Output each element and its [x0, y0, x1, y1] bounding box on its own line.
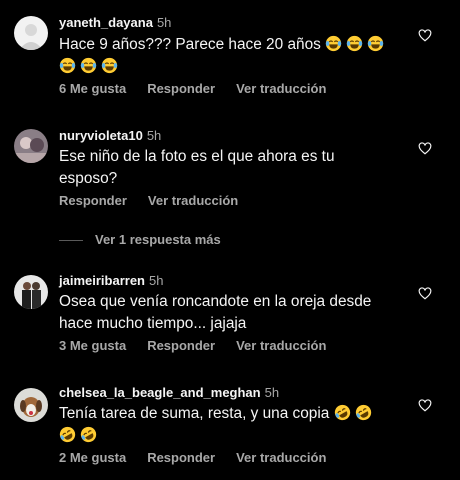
laughing-tears-emoji [346, 35, 367, 53]
avatar[interactable] [14, 129, 48, 163]
rofl-emoji [355, 404, 376, 422]
username[interactable]: jaimeiribarren [59, 273, 145, 288]
laughing-tears-emoji [80, 57, 101, 75]
translate-button[interactable]: Ver traducción [236, 450, 326, 465]
translate-button[interactable]: Ver traducción [148, 193, 238, 208]
username[interactable]: yaneth_dayana [59, 15, 153, 30]
heart-outline-icon[interactable] [418, 142, 432, 155]
likes-count[interactable]: 3 Me gusta [59, 338, 126, 353]
timestamp: 5h [146, 128, 162, 143]
avatar[interactable] [14, 388, 48, 422]
comment-text-line: Hace 9 años??? Parece hace 20 años [59, 36, 321, 53]
comment-actions: 6 Me gusta Responder Ver traducción [59, 81, 347, 96]
likes-count[interactable]: 2 Me gusta [59, 450, 126, 465]
comment-header: chelsea_la_beagle_and_meghan 5h [59, 385, 279, 400]
rofl-emoji [334, 404, 355, 422]
laughing-tears-emoji [367, 35, 388, 53]
timestamp: 5h [149, 273, 164, 288]
laughing-tears-emoji [325, 35, 346, 53]
comment-actions: Responder Ver traducción [59, 193, 259, 208]
rofl-emoji [59, 426, 80, 444]
timestamp: 5h [156, 15, 172, 30]
comment-header: nuryvioleta10 5h [59, 128, 161, 143]
avatar[interactable] [14, 275, 48, 309]
comment-text: Osea que venía roncandote en la oreja de… [59, 293, 372, 332]
view-replies-label: Ver 1 respuesta más [95, 232, 221, 247]
reply-button[interactable]: Responder [59, 193, 127, 208]
translate-button[interactable]: Ver traducción [236, 338, 326, 353]
username[interactable]: nuryvioleta10 [59, 128, 143, 143]
likes-count[interactable]: 6 Me gusta [59, 81, 126, 96]
reply-button[interactable]: Responder [147, 450, 215, 465]
translate-button[interactable]: Ver traducción [236, 81, 326, 96]
comment-text: Tenía tarea de suma, resta, y una copia [59, 403, 404, 447]
timestamp: 5h [264, 385, 280, 400]
comment-actions: 2 Me gusta Responder Ver traducción [59, 450, 347, 465]
comment-header: yaneth_dayana 5h [59, 15, 171, 30]
rofl-emoji [80, 426, 101, 444]
comment-header: jaimeiribarren 5h [59, 273, 163, 288]
heart-outline-icon[interactable] [418, 399, 432, 412]
comment-text: Hace 9 años??? Parece hace 20 años [59, 34, 404, 78]
reply-button[interactable]: Responder [147, 81, 215, 96]
heart-outline-icon[interactable] [418, 287, 432, 300]
comment-text: Ese niño de la foto es el que ahora es t… [59, 148, 335, 187]
view-replies-button[interactable]: Ver 1 respuesta más [59, 232, 221, 247]
comment-actions: 3 Me gusta Responder Ver traducción [59, 338, 347, 353]
comment-text-line: Tenía tarea de suma, resta, y una copia [59, 405, 330, 422]
divider [59, 240, 83, 242]
heart-outline-icon[interactable] [418, 29, 432, 42]
laughing-tears-emoji [59, 57, 80, 75]
avatar[interactable] [14, 16, 48, 50]
username[interactable]: chelsea_la_beagle_and_meghan [59, 385, 261, 400]
laughing-tears-emoji [101, 57, 122, 75]
reply-button[interactable]: Responder [147, 338, 215, 353]
